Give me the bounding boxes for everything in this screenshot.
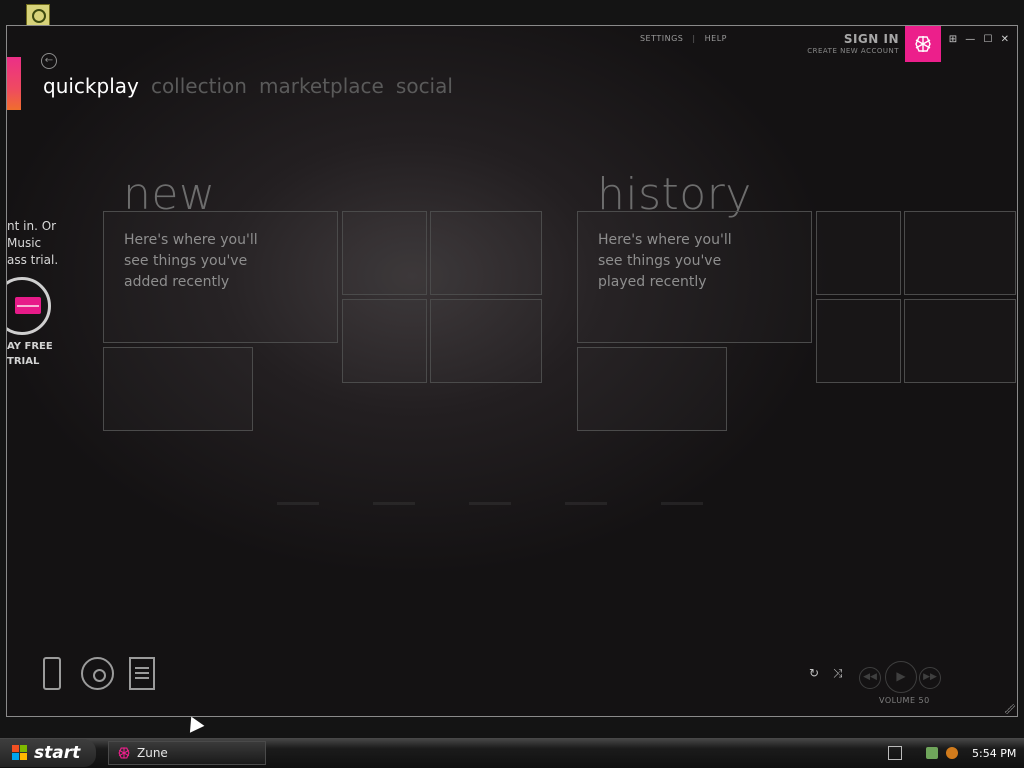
new-tile-1[interactable] (342, 211, 427, 295)
free-trial-label[interactable]: AY FREE TRIAL (7, 339, 53, 369)
tab-collection[interactable]: collection (151, 74, 247, 98)
taskbar-zune-label: Zune (137, 746, 168, 760)
history-message: Here's where you'll see things you've pl… (598, 230, 758, 293)
top-links: SETTINGS | HELP (640, 34, 727, 43)
sign-in-area: SIGN IN CREATE NEW ACCOUNT (807, 32, 899, 55)
back-icon: ← (44, 55, 54, 66)
new-tile-2[interactable] (430, 211, 542, 295)
clock: 5:54 PM (972, 746, 1017, 760)
loading-indicator (277, 502, 717, 508)
loading-dot (661, 502, 703, 505)
history-tile-4[interactable] (904, 299, 1016, 383)
search-icon[interactable] (946, 747, 958, 759)
volume-label[interactable]: VOLUME 50 (879, 696, 930, 705)
history-message-line-1: Here's where you'll (598, 232, 732, 248)
repeat-icon[interactable]: ↻ (809, 666, 823, 680)
taskbar: start Zune 5:54 PM (0, 738, 1024, 768)
history-tile-2[interactable] (904, 211, 1016, 295)
history-tile-1[interactable] (816, 211, 901, 295)
new-tile-4[interactable] (430, 299, 542, 383)
main-navigation: quickplay collection marketplace social (43, 74, 460, 98)
loading-dot (565, 502, 607, 505)
sign-in-link[interactable]: SIGN IN (807, 32, 899, 46)
free-trial-line-2: TRIAL (7, 356, 40, 367)
topbar-separator: | (692, 34, 696, 43)
promo-line-2: Music (7, 236, 42, 250)
disc-icon[interactable] (81, 657, 114, 690)
tab-quickplay[interactable]: quickplay (43, 74, 139, 98)
zune-logo[interactable] (905, 26, 941, 62)
close-window-button[interactable]: ✕ (1001, 34, 1009, 45)
keyboard-icon[interactable] (888, 746, 902, 760)
trial-card-icon (15, 297, 41, 314)
new-tile-small[interactable] (103, 347, 253, 431)
new-message: Here's where you'll see things you've ad… (124, 230, 284, 293)
play-icon[interactable]: ▶ (885, 661, 917, 693)
previous-icon[interactable]: ◀◀ (859, 667, 881, 689)
new-message-line-2: see things you've (124, 253, 248, 269)
promo-line-3: ass trial. (7, 253, 59, 267)
playback-controls: ↻ ⤨ ◀◀ ▶ ▶▶ VOLUME 50 (809, 661, 949, 716)
help-link[interactable]: HELP (705, 34, 727, 43)
resize-grip[interactable] (1005, 704, 1015, 714)
network-icon[interactable] (926, 747, 938, 759)
history-message-line-2: see things you've (598, 253, 722, 269)
loading-dot (373, 502, 415, 505)
system-tray: 5:54 PM (920, 738, 1024, 768)
maximize-window-button[interactable]: ☐ (983, 34, 992, 45)
tab-marketplace[interactable]: marketplace (259, 74, 384, 98)
start-label: start (34, 743, 81, 763)
create-account-link[interactable]: CREATE NEW ACCOUNT (807, 47, 899, 55)
minimize-window-button[interactable]: — (965, 34, 975, 45)
shuffle-icon[interactable]: ⤨ (833, 666, 847, 680)
taskbar-zune-item[interactable]: Zune (108, 741, 266, 765)
windows-logo-icon (12, 745, 28, 761)
zune-taskbar-icon (118, 747, 130, 759)
restore-window-button[interactable]: ⊞ (949, 34, 957, 45)
playlist-icon[interactable] (129, 657, 155, 690)
free-trial-line-1: AY FREE (7, 341, 53, 352)
desktop-shortcut-icon[interactable] (26, 4, 50, 26)
marketplace-promo-text: nt in. Or Music ass trial. (7, 218, 58, 269)
history-message-line-3: played recently (598, 274, 707, 290)
desktop: ← quickplay collection marketplace socia… (0, 0, 1024, 738)
loading-dot (277, 502, 319, 505)
history-main-tile[interactable]: Here's where you'll see things you've pl… (577, 211, 812, 343)
new-message-line-1: Here's where you'll (124, 232, 258, 248)
history-tile-small[interactable] (577, 347, 727, 431)
loading-dot (469, 502, 511, 505)
new-main-tile[interactable]: Here's where you'll see things you've ad… (103, 211, 338, 343)
device-shortcuts (43, 657, 163, 693)
zune-window: ← quickplay collection marketplace socia… (6, 25, 1018, 717)
settings-link[interactable]: SETTINGS (640, 34, 683, 43)
window-controls: ⊞ — ☐ ✕ (944, 34, 1009, 45)
back-button[interactable]: ← (41, 53, 57, 69)
device-icon[interactable] (43, 657, 61, 690)
start-button[interactable]: start (0, 739, 96, 767)
tab-social[interactable]: social (396, 74, 453, 98)
new-tile-3[interactable] (342, 299, 427, 383)
promo-line-1: nt in. Or (7, 219, 57, 233)
next-icon[interactable]: ▶▶ (919, 667, 941, 689)
new-message-line-3: added recently (124, 274, 230, 290)
zune-logo-icon (915, 36, 931, 52)
history-tile-3[interactable] (816, 299, 901, 383)
sidebar-accent-bar (7, 57, 21, 110)
